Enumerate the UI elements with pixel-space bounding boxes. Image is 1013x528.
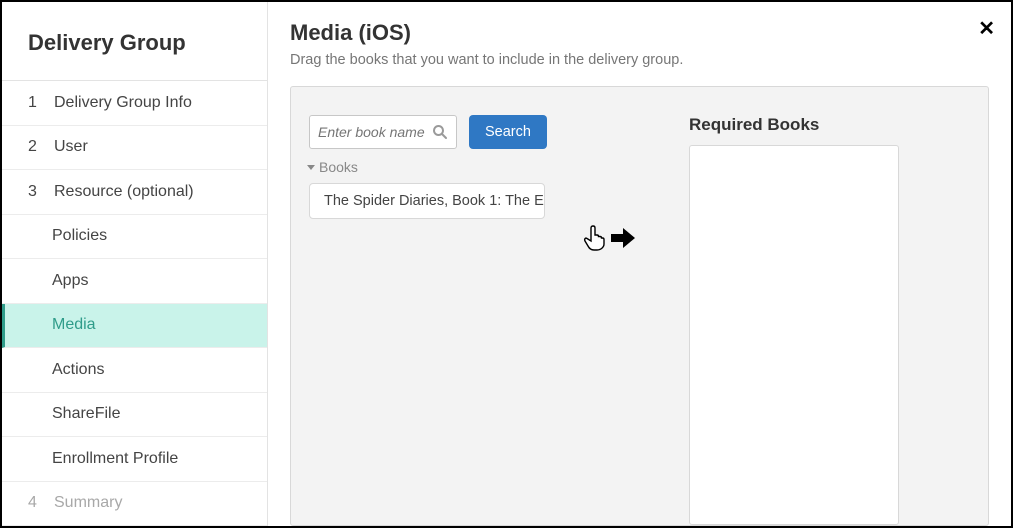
nav-step-delivery-group-info[interactable]: 1 Delivery Group Info	[2, 81, 267, 126]
sub-nav-enrollment-profile[interactable]: Enrollment Profile	[2, 437, 267, 482]
required-books-column: Required Books	[689, 115, 970, 507]
sub-nav-label: Enrollment Profile	[52, 450, 178, 468]
main-content: ✕ Media (iOS) Drag the books that you wa…	[268, 2, 1011, 526]
books-source-column: Search Books The Spider Diaries, Book 1:…	[291, 87, 621, 525]
sub-nav-label: Actions	[52, 361, 104, 379]
close-button[interactable]: ✕	[978, 16, 995, 41]
search-input-wrapper[interactable]	[309, 115, 457, 149]
chevron-down-icon	[307, 165, 315, 170]
step-number: 2	[28, 138, 46, 156]
nav-step-summary[interactable]: 4 Summary	[2, 482, 267, 527]
step-number: 4	[28, 494, 46, 512]
search-button[interactable]: Search	[469, 115, 547, 149]
sub-nav-sharefile[interactable]: ShareFile	[2, 393, 267, 438]
wizard-sidebar: Delivery Group 1 Delivery Group Info 2 U…	[2, 2, 268, 526]
page-title: Media (iOS)	[290, 20, 989, 46]
sub-nav-actions[interactable]: Actions	[2, 348, 267, 393]
step-label: Delivery Group Info	[54, 94, 192, 112]
step-label: Summary	[54, 494, 122, 512]
required-books-dropzone[interactable]	[689, 145, 899, 525]
nav-step-resource[interactable]: 3 Resource (optional)	[2, 170, 267, 215]
sidebar-title: Delivery Group	[2, 2, 267, 81]
sub-nav-label: Apps	[52, 272, 88, 290]
search-input[interactable]	[318, 124, 432, 140]
sub-nav-label: Media	[52, 316, 96, 334]
search-icon	[432, 124, 448, 140]
step-number: 1	[28, 94, 46, 112]
sub-nav-label: ShareFile	[52, 405, 120, 423]
page-subtitle: Drag the books that you want to include …	[290, 52, 989, 68]
sub-nav-policies[interactable]: Policies	[2, 215, 267, 260]
sub-nav-label: Policies	[52, 227, 107, 245]
hand-pointer-icon	[583, 225, 605, 251]
dialog-frame: Delivery Group 1 Delivery Group Info 2 U…	[0, 0, 1013, 528]
nav-step-user[interactable]: 2 User	[2, 126, 267, 171]
drag-hint	[583, 225, 635, 251]
books-section-toggle[interactable]: Books	[307, 159, 607, 175]
sub-nav-media[interactable]: Media	[2, 304, 267, 349]
step-label: User	[54, 138, 88, 156]
step-number: 3	[28, 183, 46, 201]
close-icon: ✕	[978, 18, 995, 40]
sub-nav-apps[interactable]: Apps	[2, 259, 267, 304]
required-books-title: Required Books	[689, 115, 970, 135]
arrow-right-icon	[611, 228, 635, 248]
search-row: Search	[309, 115, 607, 149]
book-title: The Spider Diaries, Book 1: The Ei…	[324, 193, 545, 209]
books-section-label: Books	[319, 159, 358, 175]
media-panel: Search Books The Spider Diaries, Book 1:…	[290, 86, 989, 526]
book-item[interactable]: The Spider Diaries, Book 1: The Ei…	[309, 183, 545, 219]
step-label: Resource (optional)	[54, 183, 194, 201]
